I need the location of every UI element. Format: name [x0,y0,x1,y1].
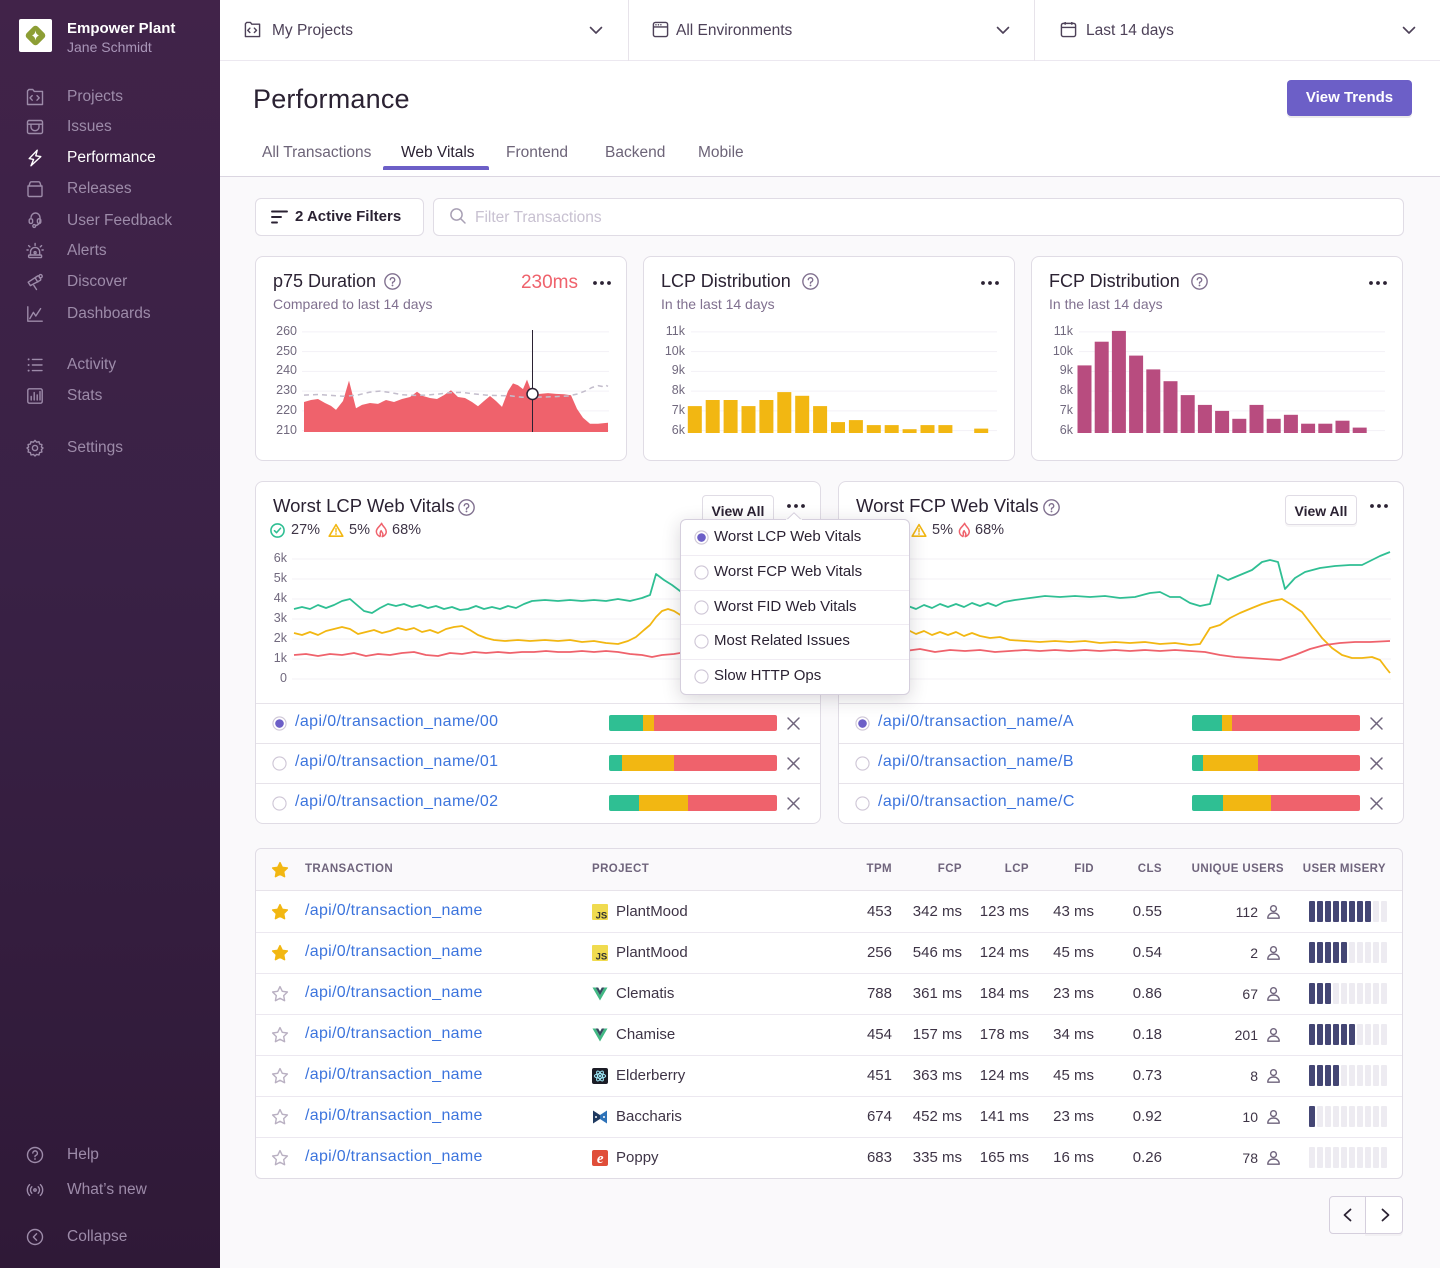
svg-text:JS: JS [596,910,608,920]
svg-text:JS: JS [596,951,608,961]
svg-text:e: e [597,1151,604,1166]
